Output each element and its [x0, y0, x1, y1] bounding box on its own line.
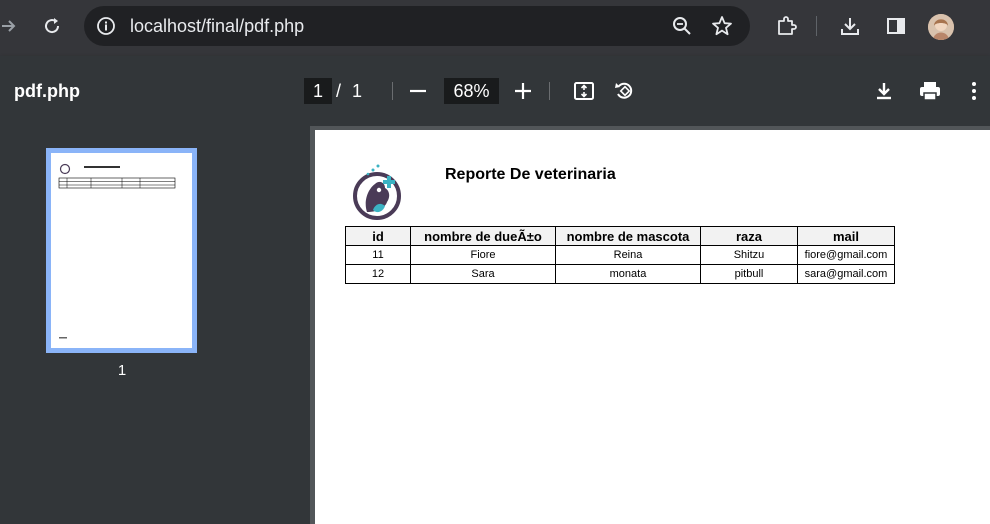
browser-toolbar: localhost/final/pdf.php [0, 0, 990, 56]
fit-to-page-icon[interactable] [572, 79, 596, 103]
profile-avatar[interactable] [928, 14, 954, 40]
print-icon[interactable] [918, 79, 942, 103]
url-text[interactable]: localhost/final/pdf.php [130, 6, 304, 46]
column-header-breed: raza [700, 226, 798, 246]
site-info-icon[interactable] [94, 14, 118, 38]
total-pages: 1 [352, 81, 363, 101]
cell-breed: Shitzu [700, 245, 798, 265]
thumbnail-page-preview [51, 153, 192, 348]
side-panel-icon[interactable] [884, 0, 908, 52]
toolbar-separator [392, 82, 393, 100]
cell-id: 12 [345, 264, 411, 284]
column-header-mail: mail [797, 226, 895, 246]
extensions-icon[interactable] [774, 0, 798, 52]
forward-icon[interactable] [0, 0, 18, 52]
bookmark-star-icon[interactable] [710, 14, 734, 38]
cell-mail: sara@gmail.com [797, 264, 895, 284]
thumbnail-sidebar: 1 [0, 126, 310, 524]
cell-mail: fiore@gmail.com [797, 245, 895, 265]
cell-pet: monata [555, 264, 701, 284]
download-icon[interactable] [872, 79, 896, 103]
cell-id: 11 [345, 245, 411, 265]
page-number-input[interactable]: 1 [304, 78, 332, 104]
zoom-in-icon[interactable] [511, 79, 535, 103]
column-header-owner: nombre de dueÃ±o [410, 226, 556, 246]
reload-icon[interactable] [40, 0, 64, 52]
toolbar-divider [816, 16, 817, 36]
downloads-icon[interactable] [838, 0, 862, 52]
cell-owner: Sara [410, 264, 556, 284]
pdf-viewer: Reporte De veterinaria id nombre de dueÃ… [310, 126, 990, 524]
thumbnail-page-number: 1 [117, 362, 127, 379]
cell-breed: pitbull [700, 264, 798, 284]
cell-owner: Fiore [410, 245, 556, 265]
page-separator: / [336, 81, 342, 101]
document-title: pdf.php [14, 81, 80, 101]
address-bar[interactable]: localhost/final/pdf.php [84, 6, 750, 46]
more-options-icon[interactable] [962, 79, 986, 103]
toolbar-separator [549, 82, 550, 100]
table-row: 11 Fiore Reina Shitzu fiore@gmail.com [345, 245, 895, 265]
table-row: 12 Sara monata pitbull sara@gmail.com [345, 264, 895, 284]
report-table: id nombre de dueÃ±o nombre de mascota ra… [345, 226, 895, 284]
pdf-page: Reporte De veterinaria id nombre de dueÃ… [315, 130, 990, 524]
zoom-magnifier-icon[interactable] [670, 14, 694, 38]
column-header-pet: nombre de mascota [555, 226, 701, 246]
table-header-row: id nombre de dueÃ±o nombre de mascota ra… [345, 226, 895, 246]
rotate-icon[interactable] [612, 79, 636, 103]
zoom-out-icon[interactable] [406, 79, 430, 103]
pdf-toolbar: pdf.php 1 / 1 68% [0, 56, 990, 126]
cell-pet: Reina [555, 245, 701, 265]
page-thumbnail[interactable] [46, 148, 197, 353]
veterinary-logo-image [351, 160, 407, 222]
zoom-level-input[interactable]: 68% [444, 78, 499, 104]
report-title: Reporte De veterinaria [445, 166, 616, 183]
column-header-id: id [345, 226, 411, 246]
